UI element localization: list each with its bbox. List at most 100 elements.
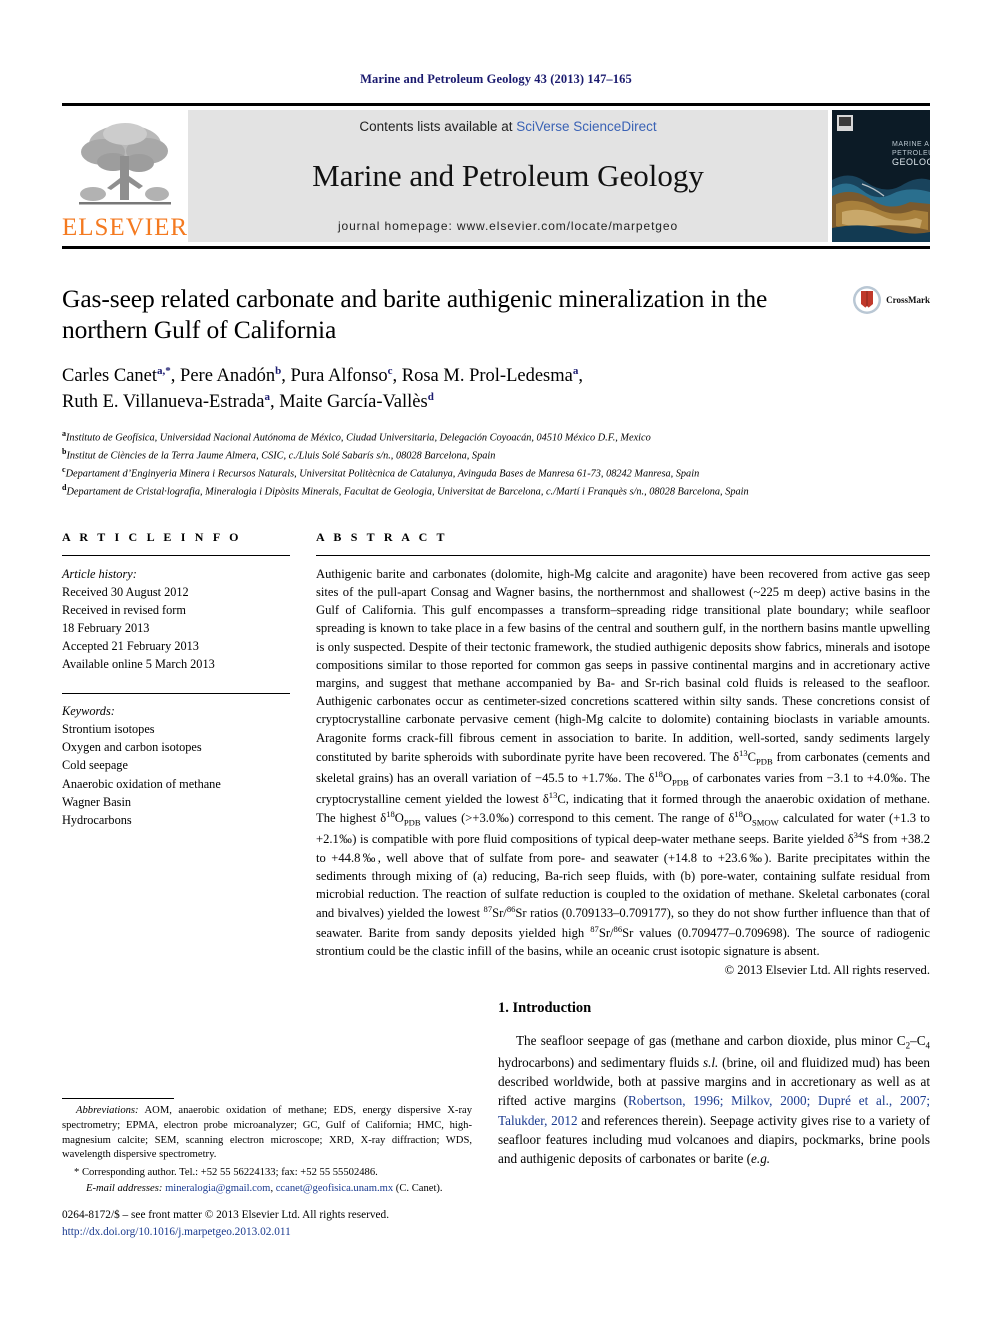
contents-prefix: Contents lists available at xyxy=(359,119,517,134)
journal-masthead: ELSEVIER Contents lists available at Sci… xyxy=(62,103,930,249)
author-affil-marker: c xyxy=(387,365,393,378)
crossmark-label: CrossMark xyxy=(886,295,930,305)
isotope-element: Sr xyxy=(622,925,634,940)
history-item: Received 30 August 2012 xyxy=(62,584,189,599)
author-item: Pura Alfonsoc xyxy=(290,365,393,387)
author-list: Carles Caneta,*, Pere Anadónb, Pura Alfo… xyxy=(62,365,583,413)
article-info-column: A R T I C L E I N F O Article history: R… xyxy=(62,530,290,978)
isotope-superscript: 18 xyxy=(654,768,663,779)
abstract-heading: A B S T R A C T xyxy=(316,529,448,544)
isotope-element: Sr xyxy=(515,906,527,921)
affiliation-list: aInstituto de Geofísica, Universidad Nac… xyxy=(62,428,930,500)
isotope-element: O xyxy=(394,811,404,826)
email-footnote: E-mail addresses: mineralogia@gmail.com,… xyxy=(62,1182,472,1197)
keyword-item: Oxygen and carbon isotopes xyxy=(62,740,202,755)
isotope-element: Sr/ xyxy=(492,906,507,921)
issn-block: 0264-8172/$ – see front matter © 2013 El… xyxy=(62,1207,482,1241)
keywords-label: Keywords: xyxy=(62,704,115,719)
lower-columns: Abbreviations: AOM, anaerobic oxidation … xyxy=(62,1000,930,1238)
introduction-column: 1. Introduction The seafloor seepage of … xyxy=(498,1000,930,1168)
author-affil-marker: b xyxy=(275,365,282,378)
email-link-2[interactable]: ccanet@geofisica.unam.mx xyxy=(276,1183,393,1194)
keywords-list: Strontium isotopes Oxygen and carbon iso… xyxy=(62,720,290,828)
abstract-column: A B S T R A C T Authigenic barite and ca… xyxy=(316,530,930,978)
author-item: Maite García-Vallèsd xyxy=(279,391,434,412)
contents-available-line: Contents lists available at SciVerse Sci… xyxy=(359,119,656,134)
intro-seg: hydrocarbons) and sedimentary fluids xyxy=(498,1054,703,1070)
sciencedirect-link[interactable]: SciVerse ScienceDirect xyxy=(516,119,656,134)
isotope-element: O xyxy=(742,811,752,826)
affiliation-text: Departament d’Enginyeria Minera i Recurs… xyxy=(65,468,700,480)
divider xyxy=(62,554,290,556)
isotope-superscript: 18 xyxy=(734,809,743,820)
elsevier-logo: ELSEVIER xyxy=(62,110,188,242)
keyword-item: Anaerobic oxidation of methane xyxy=(62,776,221,791)
isotope-element: O xyxy=(662,771,673,786)
email-link-1[interactable]: mineralogia@gmail.com xyxy=(165,1183,270,1194)
journal-title: Marine and Petroleum Geology xyxy=(312,158,704,194)
abstract-seg: values (>+3.0‰) correspond to this cemen… xyxy=(420,811,735,826)
isotope-superscript: 87 xyxy=(590,923,599,934)
cover-title-line2: PETROLEUM xyxy=(892,150,930,157)
history-item: 18 February 2013 xyxy=(62,621,150,636)
elsevier-tree-icon xyxy=(79,123,171,205)
journal-cover-thumbnail: MARINE AND PETROLEUM GEOLOGY xyxy=(832,110,930,242)
masthead-center: Contents lists available at SciVerse Sci… xyxy=(188,110,828,242)
isotope-subscript: PDB xyxy=(756,756,773,767)
isotope-superscript: 86 xyxy=(613,923,623,934)
article-history-label: Article history: xyxy=(62,566,137,581)
isotope-subscript: PDB xyxy=(403,818,421,829)
history-item: Received in revised form xyxy=(62,603,186,617)
author-name: Carles Canet xyxy=(62,366,158,387)
journal-homepage-link[interactable]: journal homepage: www.elsevier.com/locat… xyxy=(338,219,678,233)
author-name: Pere Anadón xyxy=(180,366,276,387)
affiliation-item: dDepartament de Cristal·lografia, Minera… xyxy=(62,482,930,500)
author-affil-marker: a,* xyxy=(157,365,171,378)
introduction-heading: 1. Introduction xyxy=(498,1000,592,1016)
cover-title-line1: MARINE AND xyxy=(892,141,930,148)
issn-line: 0264-8172/$ – see front matter © 2013 El… xyxy=(62,1209,390,1221)
isotope-superscript: 87 xyxy=(483,904,493,915)
footnote-column: Abbreviations: AOM, anaerobic oxidation … xyxy=(62,1000,472,1238)
abstract-text: Authigenic barite and carbonates (dolomi… xyxy=(316,565,930,960)
title-block: Gas-seep related carbonate and barite au… xyxy=(62,283,930,345)
introduction-paragraph: The seafloor seepage of gas (methane and… xyxy=(498,1031,930,1168)
author-item: Ruth E. Villanueva-Estradaa xyxy=(62,391,271,413)
article-history-list: Received 30 August 2012 Received in revi… xyxy=(62,583,290,673)
keyword-item: Hydrocarbons xyxy=(62,812,132,827)
isotope-element: C xyxy=(557,792,566,807)
isotope-subscript: SMOW xyxy=(752,818,779,829)
isotope-superscript: 34 xyxy=(853,830,863,841)
author-item: Pere Anadónb xyxy=(180,365,282,387)
author-name: Ruth E. Villanueva-Estrada xyxy=(62,392,265,413)
intro-seg: The seafloor seepage of gas (methane and… xyxy=(516,1033,906,1048)
intro-seg: –C xyxy=(910,1033,926,1048)
corresponding-author-footnote: * Corresponding author. Tel.: +52 55 562… xyxy=(74,1167,378,1179)
keyword-item: Cold seepage xyxy=(62,758,128,773)
affiliation-item: aInstituto de Geofísica, Universidad Nac… xyxy=(62,428,930,446)
keyword-item: Strontium isotopes xyxy=(62,722,155,737)
doi-link[interactable]: http://dx.doi.org/10.1016/j.marpetgeo.20… xyxy=(62,1224,482,1241)
article-page: Marine and Petroleum Geology 43 (2013) 1… xyxy=(0,0,992,1323)
abstract-copyright: © 2013 Elsevier Ltd. All rights reserved… xyxy=(724,963,930,978)
info-abstract-row: A R T I C L E I N F O Article history: R… xyxy=(62,530,930,978)
author-name: Pura Alfonso xyxy=(290,366,388,387)
email-label: E-mail addresses: xyxy=(86,1183,163,1195)
keyword-item: Wagner Basin xyxy=(62,794,132,809)
author-affil-marker: a xyxy=(264,391,271,404)
author-name: Rosa M. Prol-Ledesma xyxy=(401,366,573,387)
latin-abbrev: e.g. xyxy=(751,1151,771,1167)
cover-title-line3: GEOLOGY xyxy=(892,157,930,167)
affiliation-text: Instituto de Geofísica, Universidad Naci… xyxy=(66,432,651,444)
crossmark-badge[interactable]: CrossMark xyxy=(852,285,930,315)
author-affil-marker: a xyxy=(572,365,579,378)
crossmark-icon xyxy=(853,286,882,314)
abbreviations-label: Abbreviations: xyxy=(76,1105,139,1116)
divider xyxy=(316,554,930,556)
abstract-seg: Authigenic barite and carbonates (dolomi… xyxy=(316,566,930,764)
keywords-block: Keywords: Strontium isotopes Oxygen and … xyxy=(62,693,290,828)
latin-abbrev: s.l. xyxy=(702,1054,719,1070)
affiliation-text: Departament de Cristal·lografia, Mineral… xyxy=(66,486,749,498)
isotope-element: C xyxy=(747,749,757,764)
abbreviations-footnote: Abbreviations: AOM, anaerobic oxidation … xyxy=(62,1104,472,1163)
